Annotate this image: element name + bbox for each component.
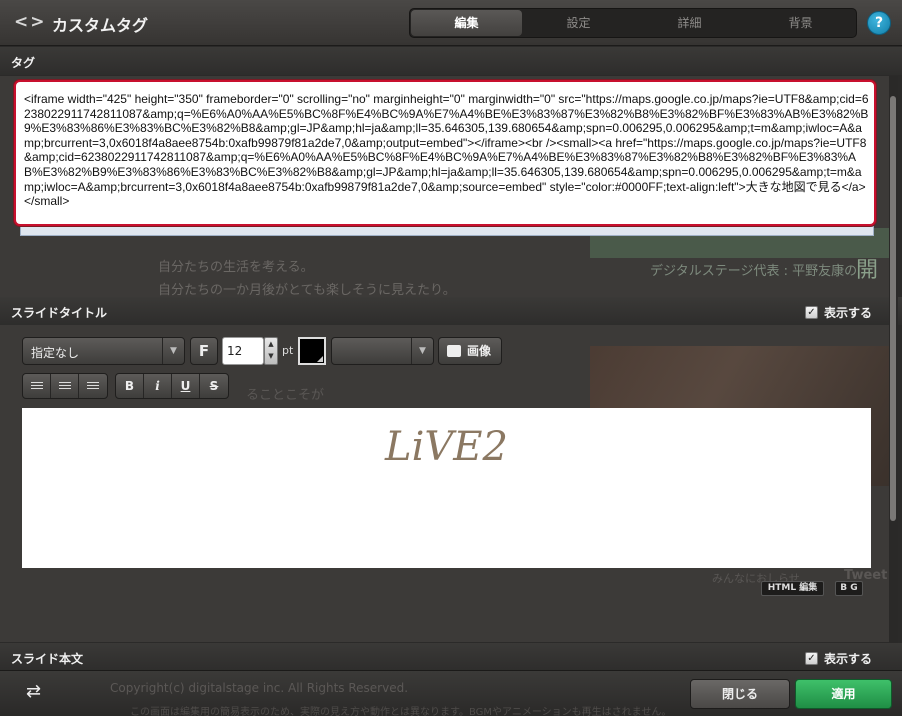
align-left-button[interactable]: [23, 374, 51, 398]
show-label: 表示する: [823, 306, 872, 320]
tag-editor-underlay: [20, 226, 874, 236]
scrollbar-thumb[interactable]: [890, 96, 896, 521]
bg-note: この画面は編集用の簡易表示のため、実際の見え方や動作とは異なります。BGMやアニ…: [130, 707, 672, 716]
apply-button[interactable]: 適用: [795, 679, 892, 709]
align-right-icon: [87, 382, 99, 391]
text-color-swatch[interactable]: [298, 337, 326, 365]
underline-button[interactable]: U: [172, 374, 200, 398]
show-label: 表示する: [823, 652, 872, 666]
align-left-icon: [30, 382, 43, 391]
bg-text-line: デジタルステージ代表 : 平野友康の: [650, 264, 858, 279]
tag-section-bar: タグ: [0, 47, 902, 75]
preview-title-text: LiVE2: [385, 424, 508, 470]
tag-section-label: タグ: [11, 56, 36, 70]
strikethrough-button[interactable]: S: [200, 374, 228, 398]
bg-text-line: 自分たちの生活を考える。: [158, 260, 314, 275]
italic-button[interactable]: i: [144, 374, 172, 398]
tab-bar: 編集 設定 詳細 背景: [409, 8, 857, 38]
dialog-title: カスタムタグ: [52, 16, 149, 35]
chevron-down-icon: ▼: [411, 338, 433, 364]
align-center-button[interactable]: [51, 374, 79, 398]
image-button[interactable]: 画像: [438, 337, 502, 365]
style-select[interactable]: ▼: [331, 337, 434, 365]
nav-arrows-icon[interactable]: <>: [14, 12, 47, 32]
tag-code-editor[interactable]: <iframe width="425" height="350" framebo…: [14, 80, 876, 226]
swap-icon[interactable]: ⇄: [26, 681, 41, 702]
bg-text-line: 自分たちの一か月後がとても楽しそうに見えたり。: [158, 283, 456, 298]
slide-title-section-bar: スライドタイトル ✓ 表示する: [0, 297, 902, 325]
align-button-group: [22, 373, 108, 399]
checkbox-checked-icon[interactable]: ✓: [804, 652, 818, 665]
font-family-select[interactable]: 指定なし ▼: [22, 337, 185, 365]
slide-title-show-toggle[interactable]: ✓ 表示する: [804, 304, 872, 321]
tab-background[interactable]: 背景: [745, 9, 856, 37]
slide-body-label: スライド本文: [11, 652, 84, 666]
slide-body-show-toggle[interactable]: ✓ 表示する: [804, 650, 872, 667]
chevron-down-icon: ▼: [162, 338, 184, 364]
html-edit-button[interactable]: HTML 編集: [761, 581, 824, 596]
bg-button[interactable]: B G: [835, 581, 863, 596]
bg-text-line: ることこそが: [246, 388, 325, 403]
slide-title-label: スライドタイトル: [11, 306, 108, 320]
align-right-button[interactable]: [79, 374, 107, 398]
font-size-unit: pt: [282, 344, 294, 357]
vertical-scrollbar[interactable]: [889, 76, 898, 644]
font-button[interactable]: F: [190, 337, 218, 365]
image-button-label: 画像: [467, 344, 492, 358]
font-size-stepper[interactable]: ▲ ▼: [264, 337, 278, 365]
bold-button[interactable]: B: [116, 374, 144, 398]
dialog-header: <> カスタムタグ 編集 設定 詳細 背景 ?: [0, 0, 902, 46]
bg-copyright: Copyright(c) digitalstage inc. All Right…: [110, 681, 409, 695]
tab-settings[interactable]: 設定: [523, 9, 634, 37]
bg-text-line: 開: [856, 258, 879, 283]
format-button-group: B i U S: [115, 373, 229, 399]
checkbox-checked-icon[interactable]: ✓: [804, 306, 818, 319]
slide-body-section-bar: スライド本文 ✓ 表示する: [0, 643, 902, 671]
font-size-input[interactable]: 12: [222, 337, 264, 365]
align-center-icon: [58, 382, 71, 391]
dialog-footer: ⇄ Copyright(c) digitalstage inc. All Rig…: [0, 670, 902, 716]
help-icon[interactable]: ?: [867, 11, 891, 35]
image-icon: [447, 345, 461, 357]
tab-edit[interactable]: 編集: [411, 10, 522, 36]
tag-code-text[interactable]: <iframe width="425" height="350" framebo…: [24, 92, 870, 209]
font-family-value: 指定なし: [31, 346, 80, 360]
tab-details[interactable]: 詳細: [634, 9, 745, 37]
title-preview-canvas[interactable]: LiVE2: [22, 408, 871, 568]
dropdown-corner-icon: [317, 356, 323, 362]
close-button[interactable]: 閉じる: [690, 679, 790, 709]
